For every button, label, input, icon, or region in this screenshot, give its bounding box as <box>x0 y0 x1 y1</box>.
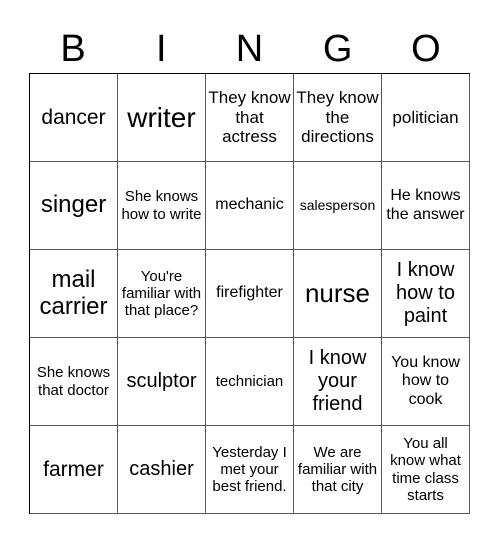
bingo-cell[interactable]: They know the directions <box>294 74 382 162</box>
cell-text: You know how to cook <box>391 353 460 408</box>
cell-text: farmer <box>43 457 104 481</box>
header-letter-i: I <box>156 28 167 70</box>
bingo-cell[interactable]: You all know what time class starts <box>382 426 470 514</box>
bingo-cell[interactable]: nurse <box>294 250 382 338</box>
bingo-cell[interactable]: cashier <box>118 426 206 514</box>
bingo-cell[interactable]: I know your friend <box>294 338 382 426</box>
cell-text: singer <box>40 191 107 219</box>
bingo-cell[interactable]: firefighter <box>206 250 294 338</box>
cell-text: You're familiar with that place? <box>121 267 202 320</box>
cell-text: nurse <box>304 277 371 308</box>
bingo-cell[interactable]: He knows the answer <box>382 162 470 250</box>
bingo-cell[interactable]: technician <box>206 338 294 426</box>
bingo-cell[interactable]: dancer <box>30 74 118 162</box>
cell-text: cashier <box>129 458 194 480</box>
cell-text: Yesterday I met your best friend. <box>212 443 287 496</box>
cell-text: I know your friend <box>308 347 367 415</box>
cell-text: technician <box>215 372 284 390</box>
bingo-cell[interactable]: sculptor <box>118 338 206 426</box>
bingo-cell[interactable]: mechanic <box>206 162 294 250</box>
cell-text: sculptor <box>126 370 197 392</box>
bingo-cell[interactable]: Yesterday I met your best friend. <box>206 426 294 514</box>
cell-text: You all know what time class starts <box>390 435 461 504</box>
bingo-cell[interactable]: She knows how to write <box>118 162 206 250</box>
cell-text: mail carrier <box>39 265 108 320</box>
bingo-cell[interactable]: writer <box>118 74 206 162</box>
cell-text: salesperson <box>299 197 376 214</box>
bingo-cell[interactable]: She knows that doctor <box>30 338 118 426</box>
cell-text: They know that actress <box>208 88 291 147</box>
cell-text: firefighter <box>216 284 283 302</box>
bingo-header: B I N G O <box>29 26 470 72</box>
bingo-cell[interactable]: We are familiar with that city <box>294 426 382 514</box>
cell-text: mechanic <box>215 196 284 214</box>
cell-text: They know the directions <box>296 88 379 147</box>
cell-text: She knows how to write <box>121 188 202 223</box>
bingo-cell[interactable]: mail carrier <box>30 250 118 338</box>
bingo-cell[interactable]: singer <box>30 162 118 250</box>
bingo-cell[interactable]: I know how to paint <box>382 250 470 338</box>
cell-text: We are familiar with that city <box>297 443 378 496</box>
cell-text: I know how to paint <box>396 259 455 327</box>
bingo-cell[interactable]: You know how to cook <box>382 338 470 426</box>
header-letter-g: G <box>322 28 353 70</box>
bingo-cell[interactable]: You're familiar with that place? <box>118 250 206 338</box>
bingo-cell[interactable]: They know that actress <box>206 74 294 162</box>
cell-text: writer <box>127 101 196 133</box>
bingo-cell[interactable]: farmer <box>30 426 118 514</box>
cell-text: dancer <box>41 105 106 129</box>
cell-text: politician <box>392 107 459 127</box>
header-letter-n: N <box>235 28 264 70</box>
bingo-cell[interactable]: politician <box>382 74 470 162</box>
cell-text: She knows that doctor <box>36 364 111 399</box>
cell-text: He knows the answer <box>386 187 465 223</box>
header-letter-b: B <box>60 28 86 70</box>
header-letter-o: O <box>411 28 441 70</box>
bingo-cell[interactable]: salesperson <box>294 162 382 250</box>
bingo-grid: dancer writer They know that actress The… <box>29 73 470 514</box>
